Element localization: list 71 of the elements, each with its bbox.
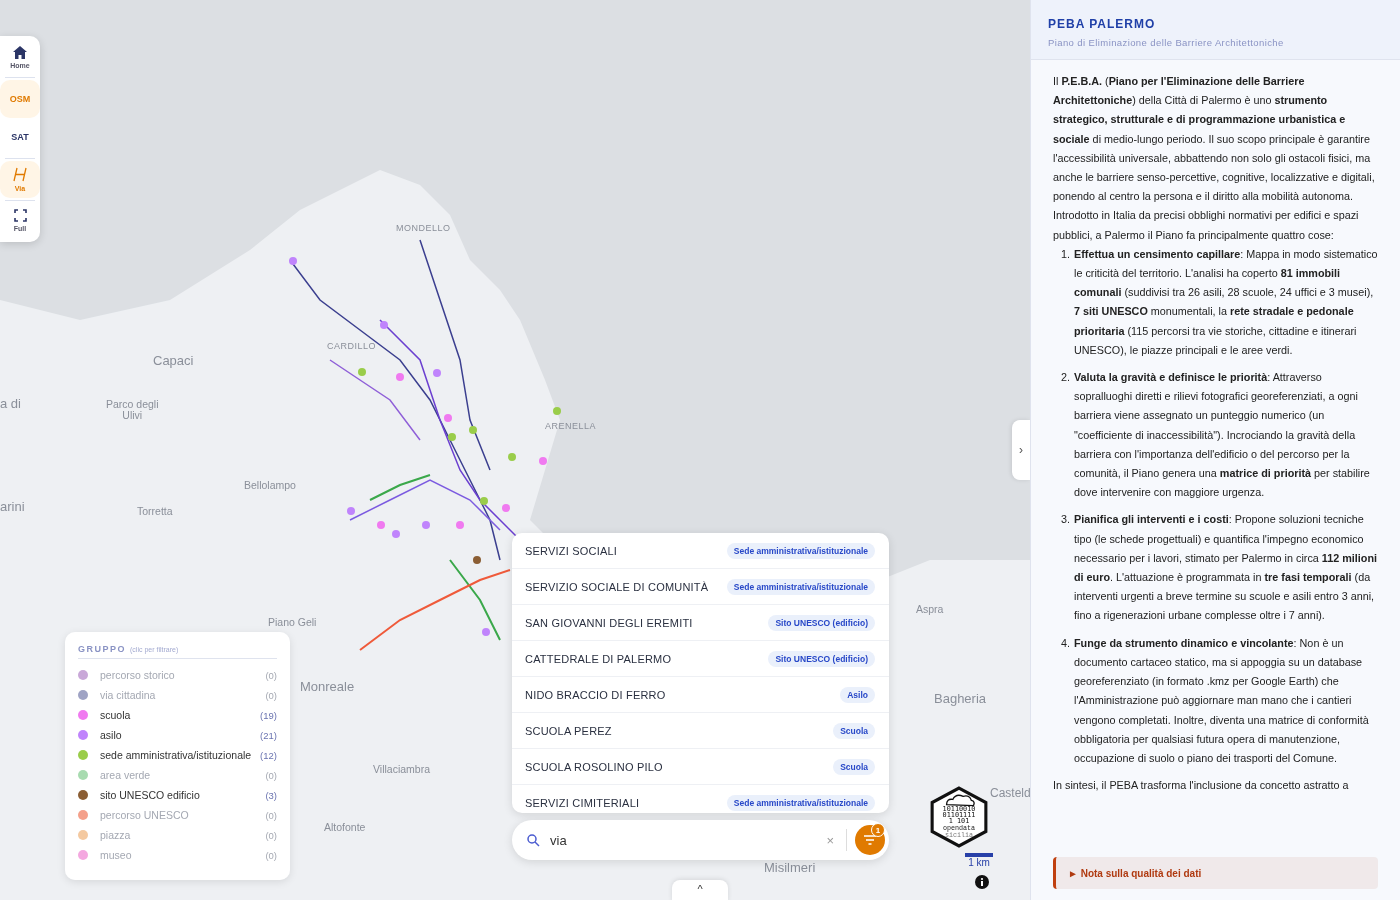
- result-name: NIDO BRACCIO DI FERRO: [525, 688, 666, 701]
- paragraph: In sintesi, il PEBA trasforma l'inclusione da concetto astratto a: [1053, 778, 1350, 794]
- search-result-item[interactable]: SAN GIOVANNI DEGLI EREMITI Sito UNESCO (edificio): [512, 605, 889, 641]
- paragraph: Il P.E.B.A. (Piano per l'Eliminazione delle Barriere Architettoniche) della Città di Palermo è uno strumento strategico, strutturale e di programmazione urbanistica e sociale di medio-lungo periodo. Il suo scopo principale è garantire l'accessibilità universale, abbattendo non solo gli ostacoli fisici, ma anche le barriere senso-percettive, cognitive, localizzative e digitali, ponendo al centro la persona e il diritto alla mobilità autonoma.: [1053, 74, 1376, 205]
- legend-item[interactable]: sito UNESCO edificio (3): [78, 785, 277, 805]
- place-label: Parco degli Ulivi: [106, 399, 159, 422]
- place-label: MONDELLO: [396, 224, 451, 234]
- category-tag: Sito UNESCO (edificio): [768, 650, 875, 667]
- list-number: 3.: [1061, 512, 1071, 528]
- place-label: arini: [0, 500, 25, 514]
- data-quality-note-toggle[interactable]: ► Nota sulla qualità dei dati: [1053, 857, 1378, 889]
- list-item-text: Funge da strumento dinamico e vincolante: Non è un documento cartaceo statico, ma si appoggia su un database georeferenziato (in formato .kmz per Google Earth) che l'Amministrazione può aggiornare man mano che i cantieri vengono completati. Inoltre, diventa una matrice di conformità obbligatoria per qualsiasi futura opera di manutenzione, occupazione di suolo o piano dei trasporti del Comune.: [1074, 635, 1370, 766]
- search-result-item[interactable]: NIDO BRACCIO DI FERRO Asilo: [512, 677, 889, 713]
- expand-button[interactable]: ^: [672, 880, 728, 900]
- search-result-item[interactable]: SERVIZIO SOCIALE DI COMUNITÀ Sede amministrativa/istituzionale: [512, 569, 889, 605]
- list-item-text: Valuta la gravità e definisce le priorità: Attraverso sopralluoghi diretti e rilievi fotografici georeferenziati, a ogni barriera viene assegnato un punteggio numerico (un "coefficiente di inaccessibilità"). Incrociando la gravità della barriera con l'importanza dell'edificio o del percorso per la comunità, il Piano genera una matrice di priorità per stabilire dove intervenire con maggiore urgenza.: [1074, 370, 1371, 501]
- category-tag: Sede amministrativa/istituzionale: [726, 578, 875, 595]
- place-label: Capaci: [153, 354, 194, 368]
- search-icon: [527, 833, 540, 847]
- list-number: 2.: [1061, 370, 1071, 386]
- list-number: 1.: [1061, 246, 1071, 262]
- search-result-item[interactable]: CATTEDRALE DI PALERMO Sito UNESCO (edificio): [512, 641, 889, 677]
- place-label: Bellolampo: [244, 480, 296, 491]
- place-label: CARDILLO: [327, 342, 376, 352]
- panel-subtitle: Piano di Eliminazione delle Barriere Architettoniche: [1048, 37, 1285, 48]
- legend-item[interactable]: scuola (19): [78, 705, 277, 725]
- legend-title: GRUPPO: [78, 644, 126, 654]
- category-tag: Sede amministrativa/istituzionale: [726, 794, 875, 811]
- list-item-text: Effettua un censimento capillare: Mappa in modo sistematico le criticità del territorio. L'analisi ha coperto 81 immobili comunali (suddivisi tra 26 asili, 28 scuole, 24 uffici e 3 musei), 7 siti UNESCO monumentali, la rete stradale e pedonale prioritaria (115 percorsi tra vie storiche, cittadine e itinerari UNESCO), le piazze principali e le aree verdi.: [1074, 246, 1379, 358]
- list-item-text: Pianifica gli interventi e i costi: Propone soluzioni tecniche tipo (le schede progettuali) e quantifica l'impegno economico necessario per i lavori, stimato per Palermo in circa 112 milioni di euro. L'attuazione è programmata in tre fasi temporali (da interventi urgenti a breve termine su scuole e asili entro 3 anni, fino a rigenerazioni urbane complesse oltre i 7 anni).: [1074, 512, 1379, 624]
- filter-count-badge: 1: [871, 823, 885, 837]
- search-field[interactable]: via × 1: [512, 820, 889, 860]
- paragraph: Introdotto in Italia da precisi obblighi normativi per edifici e spazi pubblici, a Palermo il Piano fa principalmente quattro cose:: [1053, 208, 1360, 243]
- result-name: SCUOLA PEREZ: [525, 724, 612, 737]
- list-number: 4.: [1061, 635, 1071, 651]
- place-label: Aspra: [916, 604, 944, 615]
- result-name: CATTEDRALE DI PALERMO: [525, 652, 672, 665]
- place-label: Monreale: [300, 680, 355, 694]
- place-label: ARENELLA: [545, 422, 597, 432]
- home-icon: [13, 46, 27, 59]
- place-label: Casteld: [990, 787, 1030, 800]
- panel-title: PEBA PALERMO: [1048, 17, 1157, 31]
- category-tag: Asilo: [840, 686, 875, 703]
- result-name: SCUOLA ROSOLINO PILO: [525, 760, 663, 773]
- place-label: Bagheria: [934, 692, 987, 706]
- place-label: a di: [0, 397, 21, 411]
- legend-item[interactable]: sede amministrativa/istituzionale (12): [78, 745, 277, 765]
- result-name: SERVIZIO SOCIALE DI COMUNITÀ: [525, 580, 709, 593]
- place-label: Misilmeri: [764, 861, 816, 875]
- filter-icon: [864, 835, 876, 845]
- search-result-item[interactable]: SERVIZI SOCIALI Sede amministrativa/istituzionale: [512, 533, 889, 569]
- legend-item[interactable]: asilo (21): [78, 725, 277, 745]
- collapse-panel-button[interactable]: ›: [1012, 420, 1030, 480]
- result-name: SERVIZI SOCIALI: [525, 544, 618, 557]
- place-label: Torretta: [137, 506, 173, 517]
- fullscreen-icon: [13, 209, 27, 222]
- category-tag: Scuola: [833, 722, 875, 739]
- place-label: Villaciambra: [373, 764, 430, 775]
- category-tag: Sito UNESCO (edificio): [768, 614, 875, 631]
- info-icon[interactable]: [975, 875, 989, 889]
- search-result-item[interactable]: SCUOLA ROSOLINO PILO Scuola: [512, 749, 889, 785]
- scale-bar: 1 km: [965, 853, 993, 868]
- search-result-item[interactable]: SCUOLA PEREZ Scuola: [512, 713, 889, 749]
- result-name: SERVIZI CIMITERIALI: [525, 796, 640, 809]
- category-tag: Scuola: [833, 758, 875, 775]
- category-tag: Sede amministrativa/istituzionale: [726, 542, 875, 559]
- h-letter-icon: [13, 167, 27, 182]
- place-label: Altofonte: [324, 822, 366, 833]
- layer-button[interactable]: SAT: [0, 118, 40, 156]
- place-label: Piano Geli: [268, 617, 317, 628]
- result-name: SAN GIOVANNI DEGLI EREMITI: [525, 616, 693, 629]
